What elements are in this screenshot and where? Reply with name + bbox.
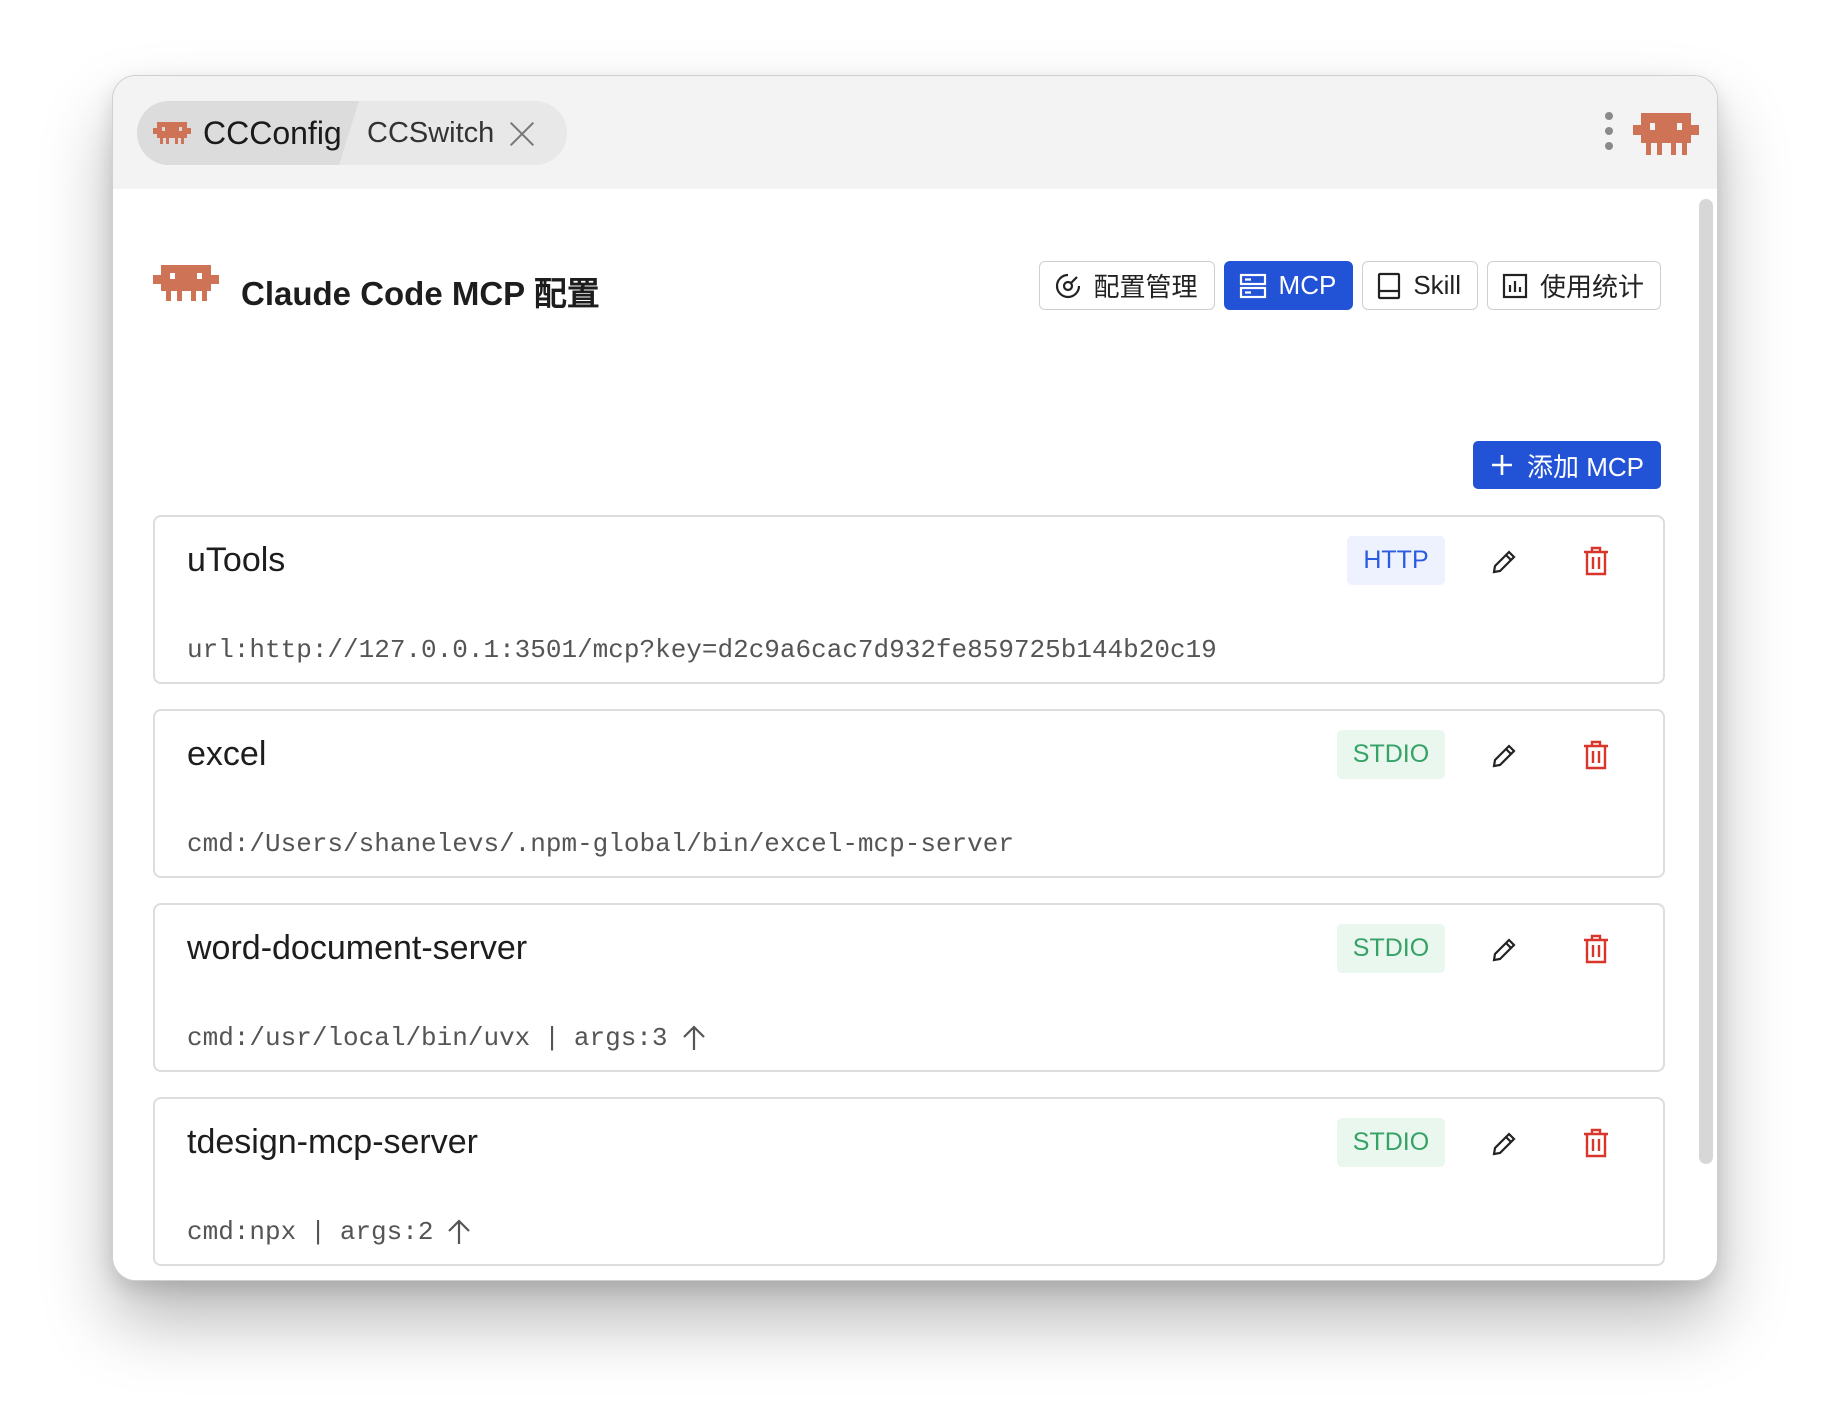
detail-label: cmd: [187, 1023, 250, 1053]
detail-value: npx [249, 1217, 297, 1247]
server-icon [1239, 273, 1266, 298]
nav-mcp-button[interactable]: MCP [1223, 261, 1354, 310]
robot-logo-icon [1633, 113, 1699, 155]
gauge-icon [1055, 273, 1080, 298]
tab-label: CCSwitch [367, 116, 495, 149]
tab-label: CCConfig [203, 114, 342, 151]
mcp-detail: cmd: /usr/local/bin/uvx | args: 3 [187, 1023, 706, 1053]
book-icon [1378, 272, 1401, 299]
view-switcher: 配置管理 MCP Skill 使用统计 [1038, 261, 1661, 310]
app-window: CCConfig CCSwitch Claude Code MCP 配置 配置管… [112, 75, 1718, 1281]
mcp-name: uTools [187, 541, 286, 579]
chart-icon [1502, 273, 1528, 298]
delete-icon[interactable] [1581, 545, 1611, 577]
detail-label: cmd: [187, 1217, 250, 1247]
tab-ccconfig[interactable]: CCConfig [137, 101, 359, 165]
more-options-icon[interactable] [1605, 112, 1615, 156]
mcp-card-tdesign-mcp-server: tdesign-mcp-server STDIO cmd: npx | args: … [153, 1097, 1665, 1266]
detail-value: http://127.0.0.1:3501/mcp?key=d2c9a6cac7… [249, 635, 1217, 665]
edit-icon[interactable] [1489, 1129, 1519, 1159]
nav-label: Skill [1413, 270, 1461, 300]
page-title: Claude Code MCP 配置 [241, 275, 600, 312]
args-label: args: [339, 1217, 418, 1247]
edit-icon[interactable] [1489, 741, 1519, 771]
expand-args-icon[interactable] [682, 1025, 706, 1051]
delete-icon[interactable] [1581, 933, 1611, 965]
mcp-detail: cmd: /Users/shanelevs/.npm-global/bin/ex… [187, 829, 1014, 859]
edit-icon[interactable] [1489, 935, 1519, 965]
type-badge: HTTP [1347, 536, 1445, 585]
add-mcp-label: 添加 MCP [1527, 451, 1645, 482]
detail-value: /usr/local/bin/uvx [249, 1023, 531, 1053]
robot-logo-icon [153, 122, 191, 144]
title-bar: CCConfig CCSwitch [113, 76, 1717, 189]
type-badge: STDIO [1337, 1118, 1445, 1167]
nav-label: 配置管理 [1093, 272, 1198, 302]
delete-icon[interactable] [1581, 739, 1611, 771]
mcp-name: excel [187, 735, 267, 773]
tab-strip: CCConfig CCSwitch [137, 101, 567, 165]
args-count: 3 [651, 1023, 668, 1053]
args-label: args: [573, 1023, 652, 1053]
mcp-detail: cmd: npx | args: 2 [187, 1217, 471, 1247]
nav-label: 使用统计 [1539, 272, 1644, 302]
close-icon[interactable] [508, 119, 536, 147]
mcp-card-word-document-server: word-document-server STDIO cmd: /usr/loc… [153, 903, 1665, 1072]
plus-icon [1492, 455, 1512, 475]
tab-ccswitch[interactable]: CCSwitch [367, 101, 567, 165]
detail-value: /Users/shanelevs/.npm-global/bin/excel-m… [249, 829, 1014, 859]
detail-label: url: [187, 635, 250, 665]
nav-label: MCP [1278, 270, 1337, 300]
nav-skill-button[interactable]: Skill [1362, 261, 1478, 310]
detail-label: cmd: [187, 829, 250, 859]
delete-icon[interactable] [1581, 1127, 1611, 1159]
type-badge: STDIO [1337, 730, 1445, 779]
nav-usage-stats-button[interactable]: 使用统计 [1486, 261, 1661, 310]
mcp-card-utools: uTools HTTP url: http://127.0.0.1:3501/m… [153, 515, 1665, 684]
type-badge: STDIO [1337, 924, 1445, 973]
expand-args-icon[interactable] [447, 1219, 471, 1245]
mcp-name: word-document-server [187, 929, 528, 967]
separator: | [544, 1023, 560, 1053]
mcp-card-excel: excel STDIO cmd: /Users/shanelevs/.npm-g… [153, 709, 1665, 878]
scrollbar[interactable] [1699, 199, 1713, 1164]
separator: | [310, 1217, 326, 1247]
edit-icon[interactable] [1489, 547, 1519, 577]
page-header: Claude Code MCP 配置 配置管理 MCP Skill 使用统计 [153, 261, 1661, 312]
robot-logo-icon [153, 265, 219, 301]
nav-config-management-button[interactable]: 配置管理 [1038, 261, 1215, 310]
args-count: 2 [417, 1217, 434, 1247]
mcp-name: tdesign-mcp-server [187, 1123, 478, 1161]
mcp-detail: url: http://127.0.0.1:3501/mcp?key=d2c9a… [187, 635, 1217, 665]
main-content: Claude Code MCP 配置 配置管理 MCP Skill 使用统计 添… [113, 189, 1717, 1280]
add-mcp-button[interactable]: 添加 MCP [1473, 441, 1661, 489]
